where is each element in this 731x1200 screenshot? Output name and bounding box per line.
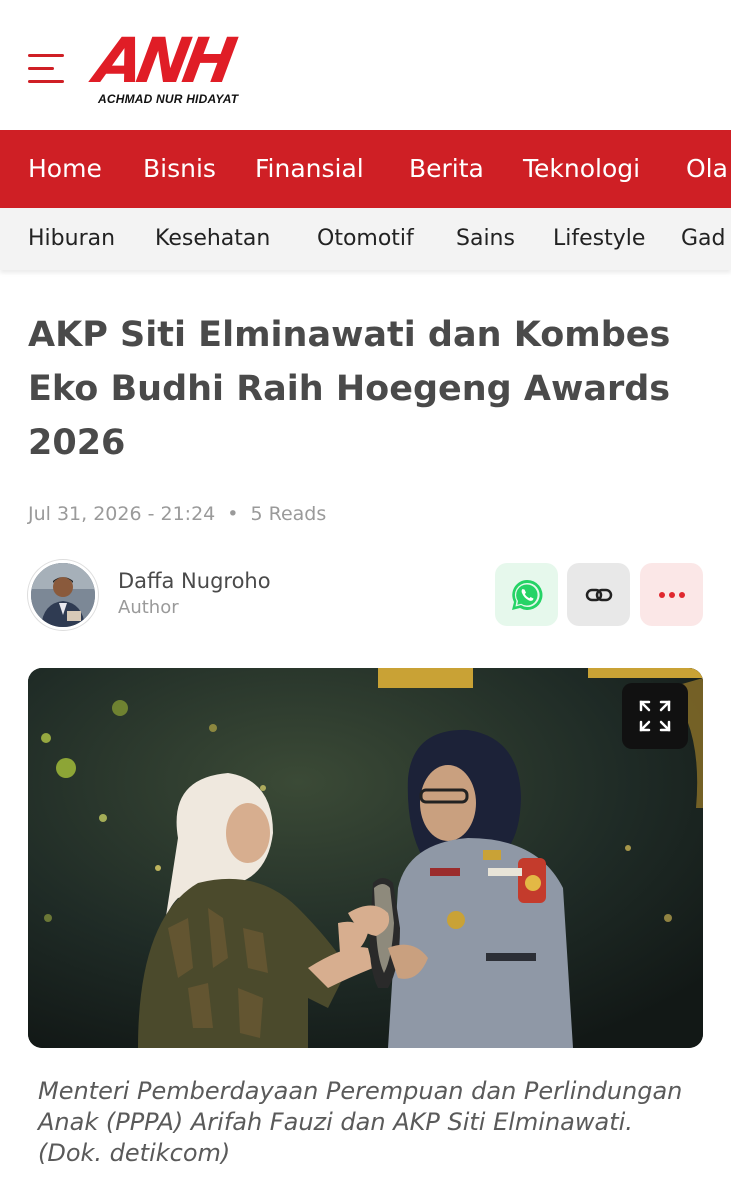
share-whatsapp-button[interactable]: [495, 563, 558, 626]
nav-item-gadget[interactable]: Gad: [681, 208, 726, 270]
hamburger-icon[interactable]: [28, 54, 66, 84]
link-icon: [585, 588, 612, 601]
nav-item-bisnis[interactable]: Bisnis: [143, 130, 216, 208]
article-reads: 5 Reads: [250, 503, 327, 525]
nav-item-sains[interactable]: Sains: [456, 208, 515, 270]
nav-item-lifestyle[interactable]: Lifestyle: [553, 208, 645, 270]
award-ceremony-photo: [28, 668, 703, 1048]
expand-image-button[interactable]: [622, 683, 688, 749]
image-caption: Menteri Pemberdayaan Perempuan dan Perli…: [38, 1077, 683, 1167]
nav-item-finansial[interactable]: Finansial: [255, 130, 364, 208]
more-dots-icon: [658, 591, 685, 598]
logo-mark: ANH: [89, 24, 237, 97]
copy-link-button[interactable]: [567, 563, 630, 626]
more-options-button[interactable]: [640, 563, 703, 626]
nav-item-home[interactable]: Home: [28, 130, 102, 208]
author-name[interactable]: Daffa Nugroho: [118, 569, 271, 593]
primary-nav: Home Bisnis Finansial Berita Teknologi O…: [0, 130, 731, 208]
meta-separator: •: [227, 503, 239, 525]
expand-icon: [639, 700, 671, 732]
site-logo[interactable]: ANH ACHMAD NUR HIDAYAT: [90, 24, 266, 110]
logo-subtitle: ACHMAD NUR HIDAYAT: [98, 92, 239, 106]
author-block: Daffa Nugroho Author: [28, 560, 428, 630]
nav-item-otomotif[interactable]: Otomotif: [317, 208, 414, 270]
article-meta: Jul 31, 2026 - 21:24 • 5 Reads: [28, 503, 326, 525]
article-date: Jul 31, 2026 - 21:24: [28, 503, 216, 525]
author-avatar[interactable]: [28, 560, 98, 630]
author-role: Author: [118, 597, 179, 618]
whatsapp-icon: [511, 579, 542, 610]
nav-item-hiburan[interactable]: Hiburan: [28, 208, 115, 270]
article-featured-image[interactable]: [28, 668, 703, 1048]
nav-item-berita[interactable]: Berita: [409, 130, 484, 208]
article-title: AKP Siti Elminawati dan Kombes Eko Budhi…: [28, 315, 671, 463]
secondary-nav: Hiburan Kesehatan Otomotif Sains Lifesty…: [0, 208, 731, 270]
site-header: ANH ACHMAD NUR HIDAYAT: [0, 0, 731, 130]
nav-item-teknologi[interactable]: Teknologi: [523, 130, 640, 208]
nav-item-kesehatan[interactable]: Kesehatan: [155, 208, 270, 270]
nav-item-olahraga[interactable]: Ola: [686, 130, 728, 208]
